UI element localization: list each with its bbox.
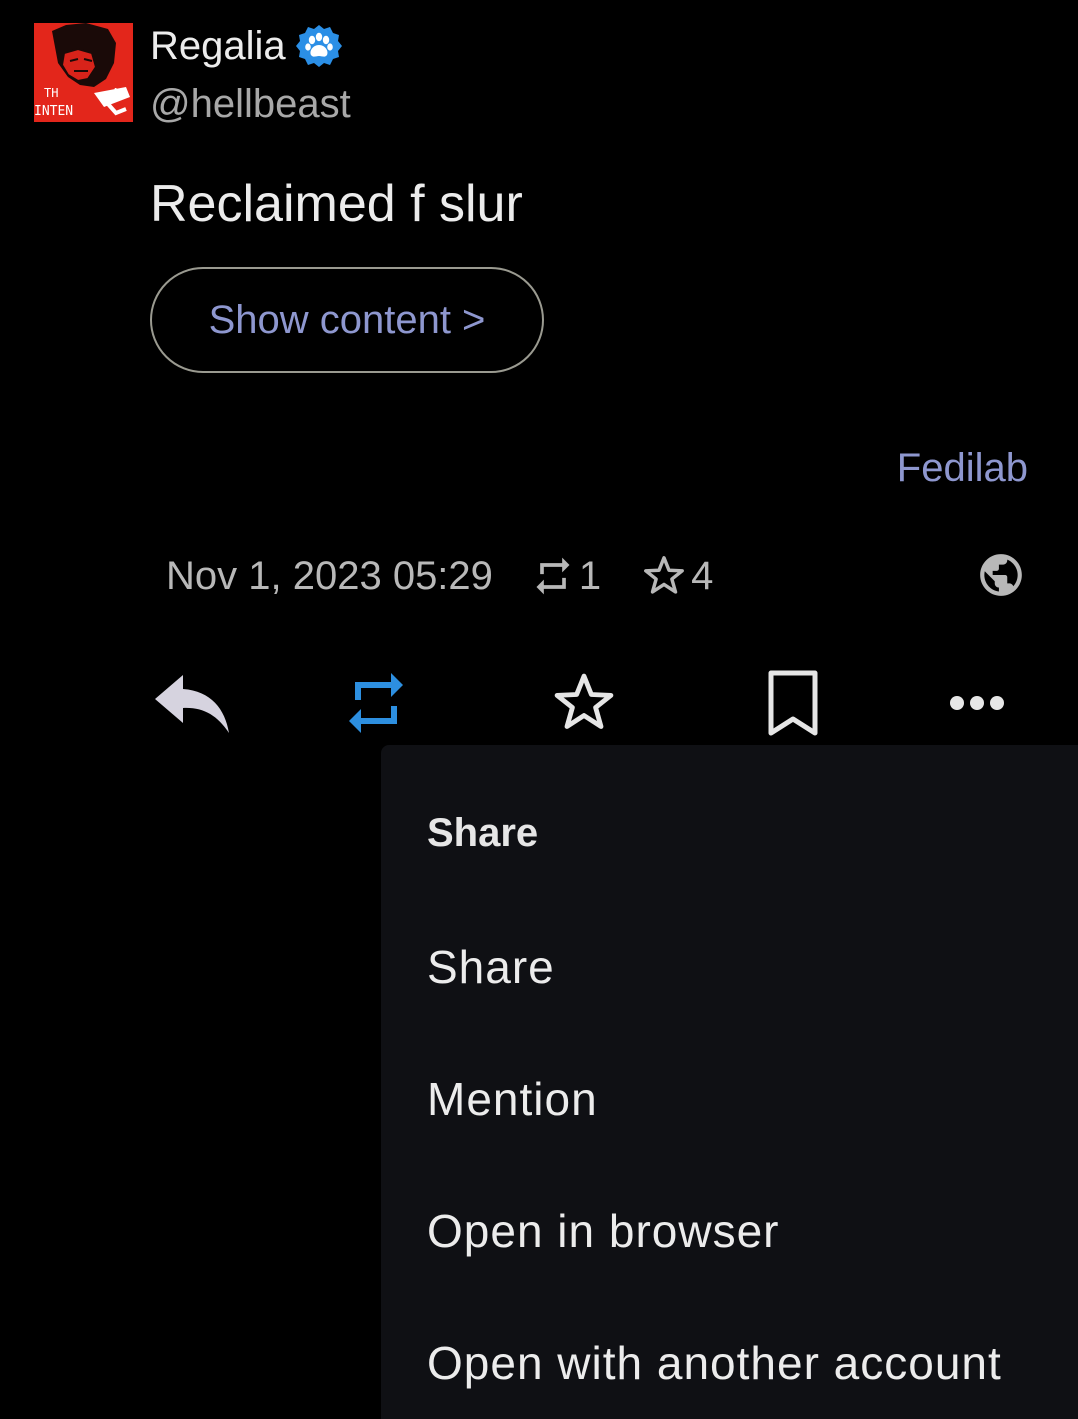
client-app-link[interactable]: Fedilab <box>897 444 1028 492</box>
post-date: Nov 1, 2023 05:29 <box>166 553 493 598</box>
avatar-text-3: INTEN <box>34 104 73 119</box>
boost-button[interactable] <box>336 665 416 741</box>
avatar-text-2: AC <box>112 86 126 100</box>
menu-item-open-in-browser[interactable]: Open in browser <box>381 1176 1078 1286</box>
boost-count-stat[interactable]: 1 <box>531 554 601 599</box>
reply-button[interactable] <box>152 665 232 741</box>
avatar-text-1: TH <box>44 86 58 100</box>
star-icon <box>554 673 614 729</box>
show-content-button[interactable]: Show content > <box>150 267 544 373</box>
menu-item-mention[interactable]: Mention <box>381 1044 1078 1154</box>
favourite-count-stat[interactable]: 4 <box>641 553 713 599</box>
share-popup-menu: Share Share Mention Open in browser Open… <box>381 745 1078 1419</box>
globe-icon[interactable] <box>976 550 1026 600</box>
menu-item-share[interactable]: Share <box>381 912 1078 1022</box>
post-meta-row: Nov 1, 2023 05:29 1 4 <box>166 548 753 604</box>
reply-arrow-icon <box>155 675 229 733</box>
account-handle[interactable]: @hellbeast <box>150 80 351 128</box>
favourite-button[interactable] <box>544 665 624 741</box>
menu-header: Share <box>427 811 539 855</box>
bookmark-button[interactable] <box>753 665 833 741</box>
menu-item-open-with-another-account[interactable]: Open with another account <box>381 1308 1078 1418</box>
display-name-row: Regalia <box>150 22 342 70</box>
boost-count: 1 <box>578 553 602 598</box>
favourite-count: 4 <box>691 553 714 598</box>
star-small-icon <box>644 556 685 594</box>
content-warning-text: Reclaimed f slur <box>150 175 523 233</box>
boost-small-icon <box>536 557 570 595</box>
more-options-button[interactable] <box>937 665 1017 741</box>
paw-badge-icon <box>295 23 342 69</box>
post-action-bar <box>0 665 1078 745</box>
display-name[interactable]: Regalia <box>150 22 286 70</box>
boost-icon <box>349 673 403 733</box>
more-dots-icon <box>950 696 1004 710</box>
avatar-image: TH AC INTEN <box>34 23 133 122</box>
avatar[interactable]: TH AC INTEN <box>34 23 133 122</box>
bookmark-icon <box>768 670 818 736</box>
